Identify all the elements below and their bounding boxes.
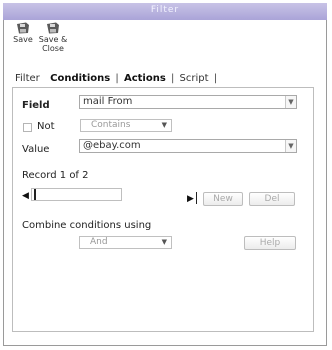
slider-thumb[interactable] <box>34 189 36 200</box>
save-close-button[interactable]: Save & Close <box>38 22 68 53</box>
not-label: Not <box>37 121 55 132</box>
operator-select[interactable]: Contains ▼ <box>80 119 172 132</box>
tab-separator: | <box>115 73 119 84</box>
help-button[interactable]: Help <box>244 236 296 250</box>
chevron-down-icon: ▼ <box>161 121 167 129</box>
tab-bar: Filter Conditions | Actions | Script | <box>15 73 219 84</box>
tab-filter[interactable]: Filter <box>15 73 40 84</box>
chevron-down-icon[interactable]: ▼ <box>285 140 296 152</box>
tab-separator: | <box>170 73 175 84</box>
floppy-disk-icon <box>17 22 29 34</box>
record-indicator: Record 1 of 2 <box>22 170 89 181</box>
save-close-label-line2: Close <box>42 44 64 53</box>
combine-label: Combine conditions using <box>22 220 152 231</box>
previous-record-icon[interactable]: ◀ <box>22 191 29 201</box>
operator-value: Contains <box>91 120 131 130</box>
next-record-bar <box>196 192 197 204</box>
floppy-disk-icon <box>47 22 59 34</box>
value-input[interactable]: @ebay.com <box>79 139 297 153</box>
tab-separator: | <box>213 73 218 84</box>
record-of: of <box>69 170 79 181</box>
not-checkbox[interactable] <box>23 123 32 132</box>
del-button[interactable]: Del <box>249 192 295 206</box>
chevron-down-icon[interactable]: ▼ <box>285 96 296 108</box>
tab-conditions[interactable]: Conditions <box>50 73 110 84</box>
window-title: Filter <box>150 5 180 15</box>
value-label: Value <box>22 144 50 155</box>
save-close-label-line1: Save & <box>38 35 68 44</box>
field-value: mail From <box>83 96 133 107</box>
field-label: Field <box>22 100 50 111</box>
save-label: Save <box>13 35 33 44</box>
chevron-down-icon: ▼ <box>161 238 167 246</box>
tab-actions[interactable]: Actions <box>124 73 166 84</box>
record-total: 2 <box>82 170 89 181</box>
combine-value: And <box>90 237 108 247</box>
save-button[interactable]: Save <box>10 22 36 44</box>
tab-script[interactable]: Script <box>180 73 209 84</box>
record-label: Record <box>22 170 57 181</box>
record-slider[interactable] <box>31 188 122 201</box>
record-current: 1 <box>59 170 67 181</box>
value-text: @ebay.com <box>83 140 141 151</box>
new-button[interactable]: New <box>203 192 243 206</box>
title-bar[interactable]: Filter <box>3 3 327 20</box>
combine-select[interactable]: And ▼ <box>79 236 172 249</box>
next-record-icon[interactable]: ▶ <box>187 194 194 204</box>
field-select[interactable]: mail From <box>79 95 297 109</box>
